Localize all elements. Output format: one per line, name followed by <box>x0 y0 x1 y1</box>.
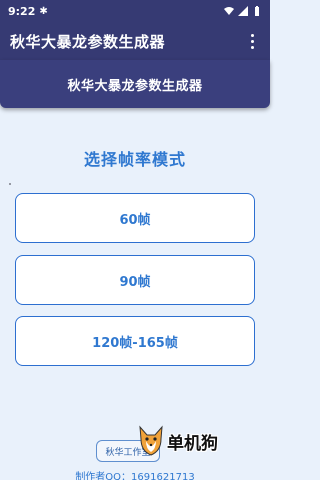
header-title: 秋华大暴龙参数生成器 <box>67 78 203 94</box>
overflow-menu-icon[interactable] <box>244 30 260 52</box>
bug-icon: ✱ <box>39 5 48 17</box>
battery-icon <box>255 6 259 16</box>
app-bar: 秋华大暴龙参数生成器 <box>0 22 270 60</box>
app-title: 秋华大暴龙参数生成器 <box>10 32 166 51</box>
header-banner: 秋华大暴龙参数生成器 <box>0 60 270 108</box>
author-info: 制作者QQ：1691621713 <box>75 472 195 480</box>
fps-90-button[interactable]: 90帧 <box>15 255 255 305</box>
signal-icon <box>238 6 248 16</box>
stray-dot <box>9 183 11 185</box>
fox-mascot-icon <box>139 425 163 456</box>
watermark-text: 单机狗 <box>167 433 218 454</box>
watermark: 单机狗 <box>137 420 218 462</box>
status-time: 9:22 <box>8 4 36 18</box>
section-title: 选择帧率模式 <box>83 150 186 169</box>
fps-120-165-button[interactable]: 120帧-165帧 <box>15 316 255 366</box>
status-bar: 9:22 ✱ <box>0 0 270 22</box>
wifi-icon <box>224 7 234 15</box>
status-icons <box>224 6 262 16</box>
fps-60-button[interactable]: 60帧 <box>15 193 255 243</box>
